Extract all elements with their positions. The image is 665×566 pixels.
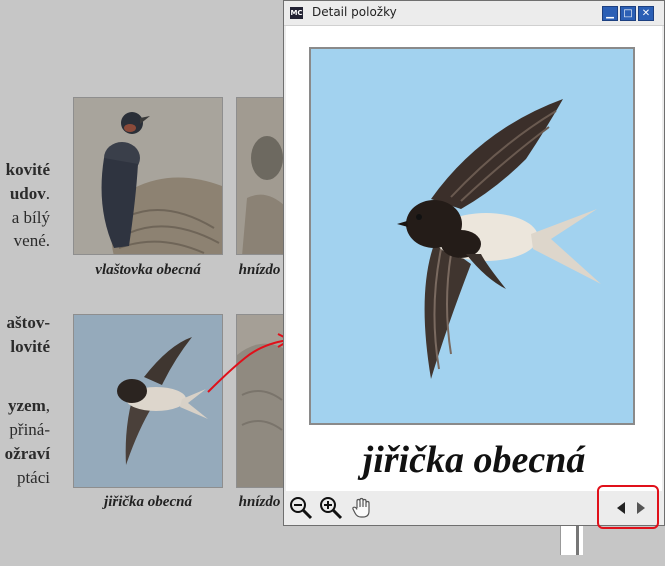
zoom-in-icon: [320, 497, 343, 520]
bird-photo: [309, 47, 635, 425]
minimize-button[interactable]: ▁: [602, 6, 618, 21]
close-button[interactable]: ✕: [638, 6, 654, 21]
doc-text-line: vené.: [13, 231, 50, 250]
hand-pan-icon: [352, 497, 370, 518]
thumbnail-hnizdo[interactable]: [236, 97, 286, 255]
nest-photo: [237, 98, 285, 254]
doc-text-line: přiná-: [9, 420, 50, 439]
thumbnail-caption: vlaštovka obecná: [95, 262, 201, 278]
item-detail-window: MC Detail položky ▁ □ ✕ jiřička obecná: [283, 0, 665, 526]
pan-button[interactable]: [348, 494, 376, 522]
doc-text-line: ožraví: [4, 444, 50, 463]
thumbnail-caption: hnízdo: [238, 262, 281, 278]
thumbnail-vlastovka[interactable]: [73, 97, 223, 255]
detail-content: jiřička obecná: [286, 26, 662, 491]
doc-text-line: ptáci: [16, 468, 50, 487]
doc-text-line: lovité: [10, 337, 50, 356]
doc-text-line: a bílý: [11, 208, 50, 227]
thumbnail-caption: jiřička obecná: [104, 494, 192, 510]
annotation-highlight-box: [597, 485, 659, 529]
window-title: Detail položky: [312, 5, 397, 19]
zoom-out-icon: [290, 497, 313, 520]
zoom-in-button[interactable]: [317, 494, 345, 522]
doc-text-line: aštov-: [6, 313, 50, 332]
zoom-out-button[interactable]: [287, 494, 315, 522]
doc-text-line: kovité: [5, 160, 50, 179]
bird-nest-photo: [74, 98, 222, 254]
doc-text-line: udov.: [9, 184, 50, 203]
window-titlebar[interactable]: MC Detail položky ▁ □ ✕: [284, 1, 664, 26]
house-martin-image: [311, 49, 633, 423]
thumbnail-caption: hnízdo: [238, 494, 281, 510]
doc-text-line: yzem,: [7, 396, 50, 415]
item-caption: jiřička obecná: [362, 439, 586, 481]
maximize-button[interactable]: □: [620, 6, 636, 21]
app-logo-icon: MC: [290, 7, 303, 19]
